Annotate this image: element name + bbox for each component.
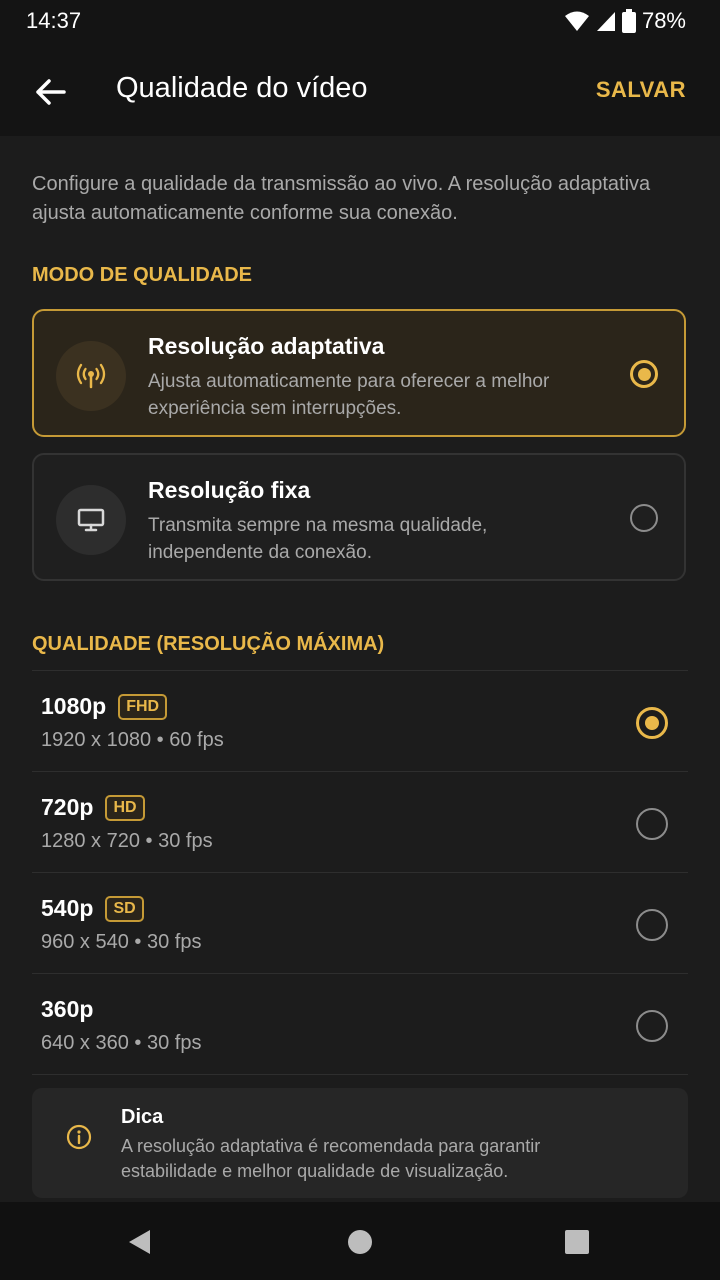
quality-spec: 1920 x 1080 • 60 fps	[41, 729, 224, 751]
radio-selected[interactable]	[636, 707, 668, 739]
monitor-icon	[77, 508, 105, 532]
quality-option-1080p[interactable]: 1080p FHD 1920 x 1080 • 60 fps	[32, 670, 688, 771]
quality-badge: SD	[105, 895, 144, 922]
nav-back-icon[interactable]	[126, 1228, 154, 1256]
quality-name: 360p	[41, 996, 94, 1022]
info-icon	[66, 1124, 92, 1150]
status-time: 14:37	[26, 8, 82, 33]
status-icons: 78%	[564, 8, 686, 34]
quality-name: 540p	[41, 895, 94, 921]
status-bar: 14:37 78%	[0, 0, 720, 44]
section-title-mode: MODO DE QUALIDADE	[32, 264, 252, 286]
radio-selected[interactable]	[630, 360, 658, 388]
quality-spec: 1280 x 720 • 30 fps	[41, 830, 213, 852]
mode-option-fixed[interactable]: Resolução fixa Transmita sempre na mesma…	[32, 453, 686, 581]
quality-name: 1080p	[41, 693, 107, 719]
mode-option-subtitle: Transmita sempre na mesma qualidade, ind…	[148, 515, 488, 563]
mode-option-adaptive[interactable]: Resolução adaptativa Ajusta automaticame…	[32, 309, 686, 437]
icon-circle	[56, 341, 126, 411]
nav-recents-icon[interactable]	[563, 1228, 591, 1256]
quality-spec: 640 x 360 • 30 fps	[41, 1032, 202, 1054]
quality-name-wrap: 360p	[41, 996, 93, 1023]
quality-name-wrap: 720p HD	[41, 794, 145, 821]
quality-option-720p[interactable]: 720p HD 1280 x 720 • 30 fps	[32, 771, 688, 872]
tip-title: Dica	[121, 1106, 164, 1128]
mode-option-title: Resolução adaptativa	[148, 333, 385, 359]
quality-name-wrap: 1080p FHD	[41, 693, 168, 720]
quality-name: 720p	[41, 794, 94, 820]
broadcast-icon	[76, 363, 106, 389]
quality-badge: FHD	[118, 693, 168, 720]
mode-option-subtitle: Ajusta automaticamente para oferecer a m…	[148, 371, 550, 419]
tip-card: Dica A resolução adaptativa é recomendad…	[32, 1088, 688, 1198]
wifi-icon	[564, 11, 589, 31]
mode-option-title: Resolução fixa	[148, 477, 311, 503]
page-description: Configure a qualidade da transmissão ao …	[32, 173, 651, 224]
page-title: Qualidade do vídeo	[116, 72, 368, 104]
quality-option-360p[interactable]: 360p 640 x 360 • 30 fps	[32, 973, 688, 1075]
icon-circle	[56, 485, 126, 555]
radio-unselected[interactable]	[630, 504, 658, 532]
quality-list: 1080p FHD 1920 x 1080 • 60 fps 720p HD 1…	[32, 670, 688, 1075]
battery-percent: 78%	[641, 8, 686, 33]
radio-unselected[interactable]	[636, 1010, 668, 1042]
radio-unselected[interactable]	[636, 808, 668, 840]
back-arrow-icon[interactable]	[30, 72, 70, 112]
battery-icon	[621, 9, 636, 33]
quality-name-wrap: 540p SD	[41, 895, 144, 922]
signal-icon	[596, 12, 615, 31]
tip-text: A resolução adaptativa é recomendada par…	[121, 1136, 541, 1181]
quality-spec: 960 x 540 • 30 fps	[41, 931, 202, 953]
quality-badge: HD	[105, 794, 145, 821]
system-nav-bar	[0, 1202, 720, 1280]
quality-option-540p[interactable]: 540p SD 960 x 540 • 30 fps	[32, 872, 688, 973]
section-title-quality: QUALIDADE (RESOLUÇÃO MÁXIMA)	[32, 633, 385, 655]
radio-unselected[interactable]	[636, 909, 668, 941]
app-bar: Qualidade do vídeo SALVAR	[0, 44, 720, 136]
nav-home-icon[interactable]	[346, 1228, 374, 1256]
save-button[interactable]: SALVAR	[596, 77, 686, 103]
